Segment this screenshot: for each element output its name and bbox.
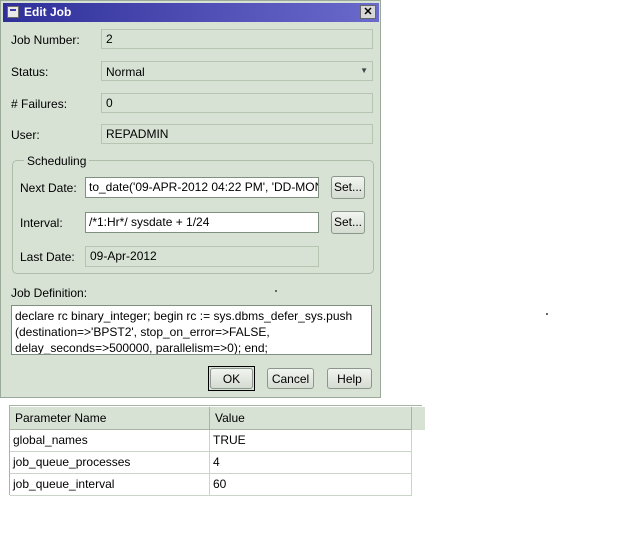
- interval-input[interactable]: /*1:Hr*/ sysdate + 1/24: [85, 212, 319, 233]
- table-cell-value[interactable]: TRUE: [210, 430, 412, 452]
- status-select[interactable]: Normal ▼: [101, 61, 373, 81]
- table-cell-parameter-name[interactable]: job_queue_interval: [10, 474, 210, 496]
- last-date-field: 09-Apr-2012: [85, 246, 319, 267]
- interval-label: Interval:: [20, 216, 63, 230]
- status-label: Status:: [11, 65, 49, 79]
- stray-dot: [275, 290, 277, 292]
- next-date-set-button[interactable]: Set...: [331, 176, 365, 199]
- help-button[interactable]: Help: [327, 368, 372, 389]
- stray-dot: [546, 313, 548, 315]
- table-cell-value[interactable]: 60: [210, 474, 412, 496]
- failures-field: 0: [101, 93, 373, 113]
- failures-label: # Failures:: [11, 97, 68, 111]
- next-date-input[interactable]: to_date('09-APR-2012 04:22 PM', 'DD-MON-…: [85, 177, 319, 198]
- scheduling-legend: Scheduling: [24, 154, 90, 168]
- column-header-value[interactable]: Value: [210, 407, 412, 430]
- edit-job-dialog: Edit Job ✕ Job Number: 2 Status: Normal …: [0, 0, 381, 398]
- window-icon: [7, 6, 19, 18]
- title-bar[interactable]: Edit Job ✕: [3, 3, 379, 22]
- parameter-table: Parameter Name Value global_names TRUE j…: [0, 406, 425, 496]
- last-date-label: Last Date:: [20, 250, 75, 264]
- cancel-button[interactable]: Cancel: [267, 368, 314, 389]
- interval-set-button[interactable]: Set...: [331, 211, 365, 234]
- job-number-label: Job Number:: [11, 33, 80, 47]
- job-number-field: 2: [101, 29, 373, 49]
- job-definition-textarea[interactable]: declare rc binary_integer; begin rc := s…: [11, 305, 372, 355]
- chevron-down-icon[interactable]: ▼: [360, 63, 368, 79]
- table-cell-parameter-name[interactable]: global_names: [10, 430, 210, 452]
- table-header-filler: [412, 407, 425, 430]
- job-definition-label: Job Definition:: [11, 286, 88, 300]
- user-field: REPADMIN: [101, 124, 373, 144]
- user-label: User:: [11, 128, 40, 142]
- ok-button[interactable]: OK: [210, 368, 253, 389]
- close-icon[interactable]: ✕: [360, 5, 376, 19]
- table-cell-value[interactable]: 4: [210, 452, 412, 474]
- next-date-label: Next Date:: [20, 181, 77, 195]
- status-value: Normal: [106, 65, 145, 79]
- window-title: Edit Job: [24, 5, 72, 19]
- table-cell-parameter-name[interactable]: job_queue_processes: [10, 452, 210, 474]
- column-header-parameter-name[interactable]: Parameter Name: [10, 407, 210, 430]
